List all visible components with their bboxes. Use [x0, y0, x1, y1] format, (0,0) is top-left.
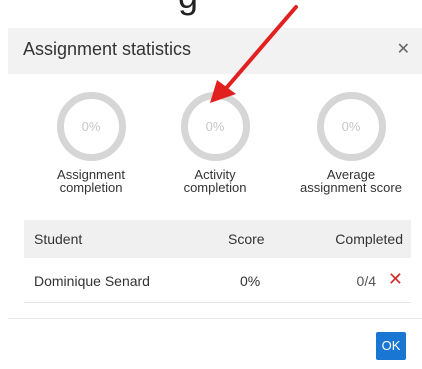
- annotation-arrow-icon: [210, 5, 298, 103]
